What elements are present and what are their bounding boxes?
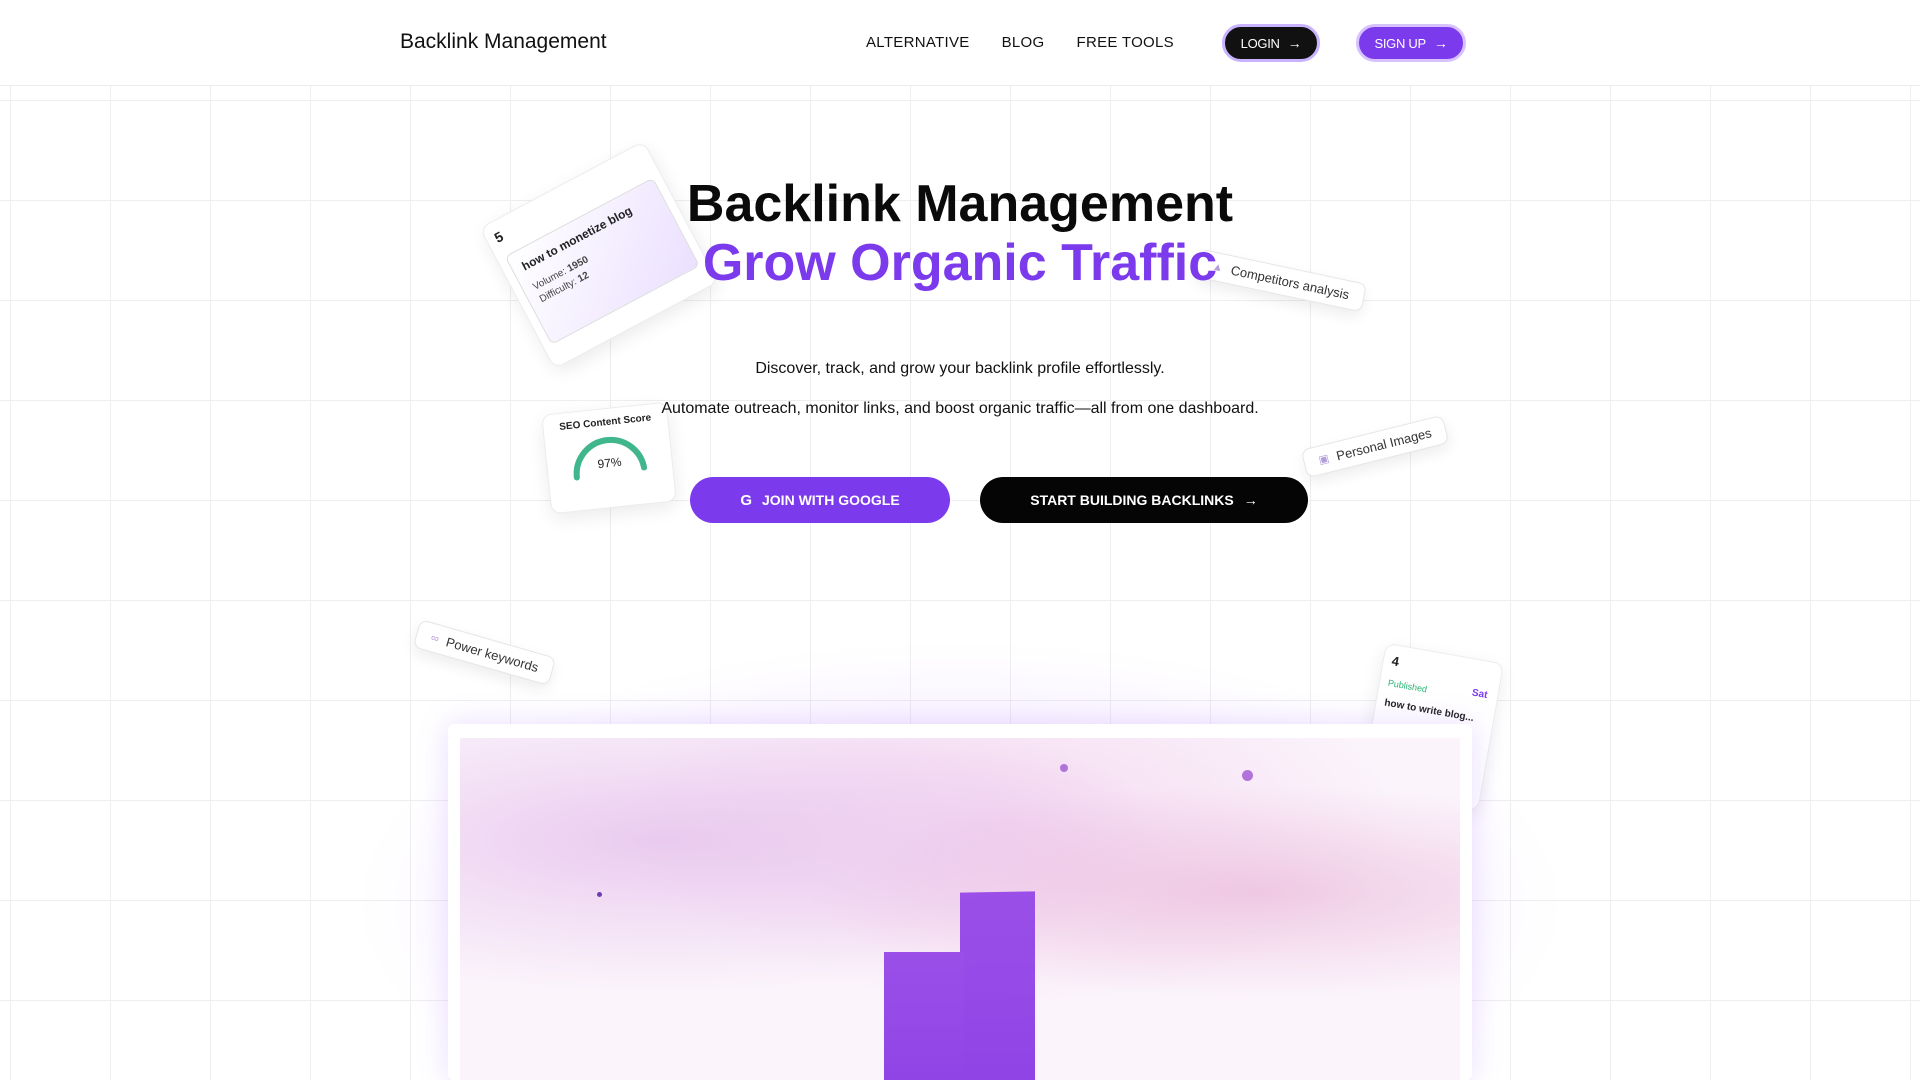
decor-dot [1242, 770, 1253, 781]
hero-description-2: Automate outreach, monitor links, and bo… [661, 400, 1259, 417]
arrow-right-icon: → [1243, 492, 1258, 508]
link-icon: ∞ [429, 631, 441, 646]
join-with-google-label: JOIN WITH GOOGLE [762, 492, 900, 508]
start-building-label: START BUILDING BACKLINKS [1030, 492, 1234, 508]
signup-button[interactable]: SIGN UP → [1356, 24, 1466, 62]
decor-dot [1060, 764, 1068, 772]
brand-logo[interactable]: Backlink Management [400, 30, 607, 54]
signup-label: SIGN UP [1374, 35, 1426, 51]
google-icon: G [740, 491, 752, 509]
dashboard-preview [448, 724, 1472, 1080]
hero-description-1: Discover, track, and grow your backlink … [755, 360, 1165, 377]
decor-block [960, 891, 1035, 1080]
hero-title: Backlink Management [686, 175, 1234, 233]
login-label: LOGIN [1240, 35, 1280, 51]
start-building-backlinks-button[interactable]: START BUILDING BACKLINKS → [980, 477, 1308, 523]
nav-link-free-tools[interactable]: FREE TOOLS [1077, 34, 1174, 51]
image-icon: ▣ [1317, 452, 1331, 467]
nav-links: ALTERNATIVE BLOG FREE TOOLS [866, 34, 1174, 51]
decor-dot [597, 892, 602, 897]
nav-link-blog[interactable]: BLOG [1002, 34, 1045, 51]
top-nav: Backlink Management ALTERNATIVE BLOG FRE… [0, 0, 1920, 86]
arrow-right-icon: → [1433, 35, 1448, 51]
nav-link-alternative[interactable]: ALTERNATIVE [866, 34, 970, 51]
arrow-right-icon: → [1287, 35, 1302, 51]
join-with-google-button[interactable]: G JOIN WITH GOOGLE [690, 477, 950, 523]
decor-block [884, 952, 964, 1080]
hero-subtitle: Grow Organic Traffic [702, 234, 1218, 292]
dashboard-preview-canvas [460, 738, 1460, 1080]
seo-score-card: SEO Content Score 97% [541, 401, 677, 515]
login-button[interactable]: LOGIN → [1222, 24, 1320, 62]
